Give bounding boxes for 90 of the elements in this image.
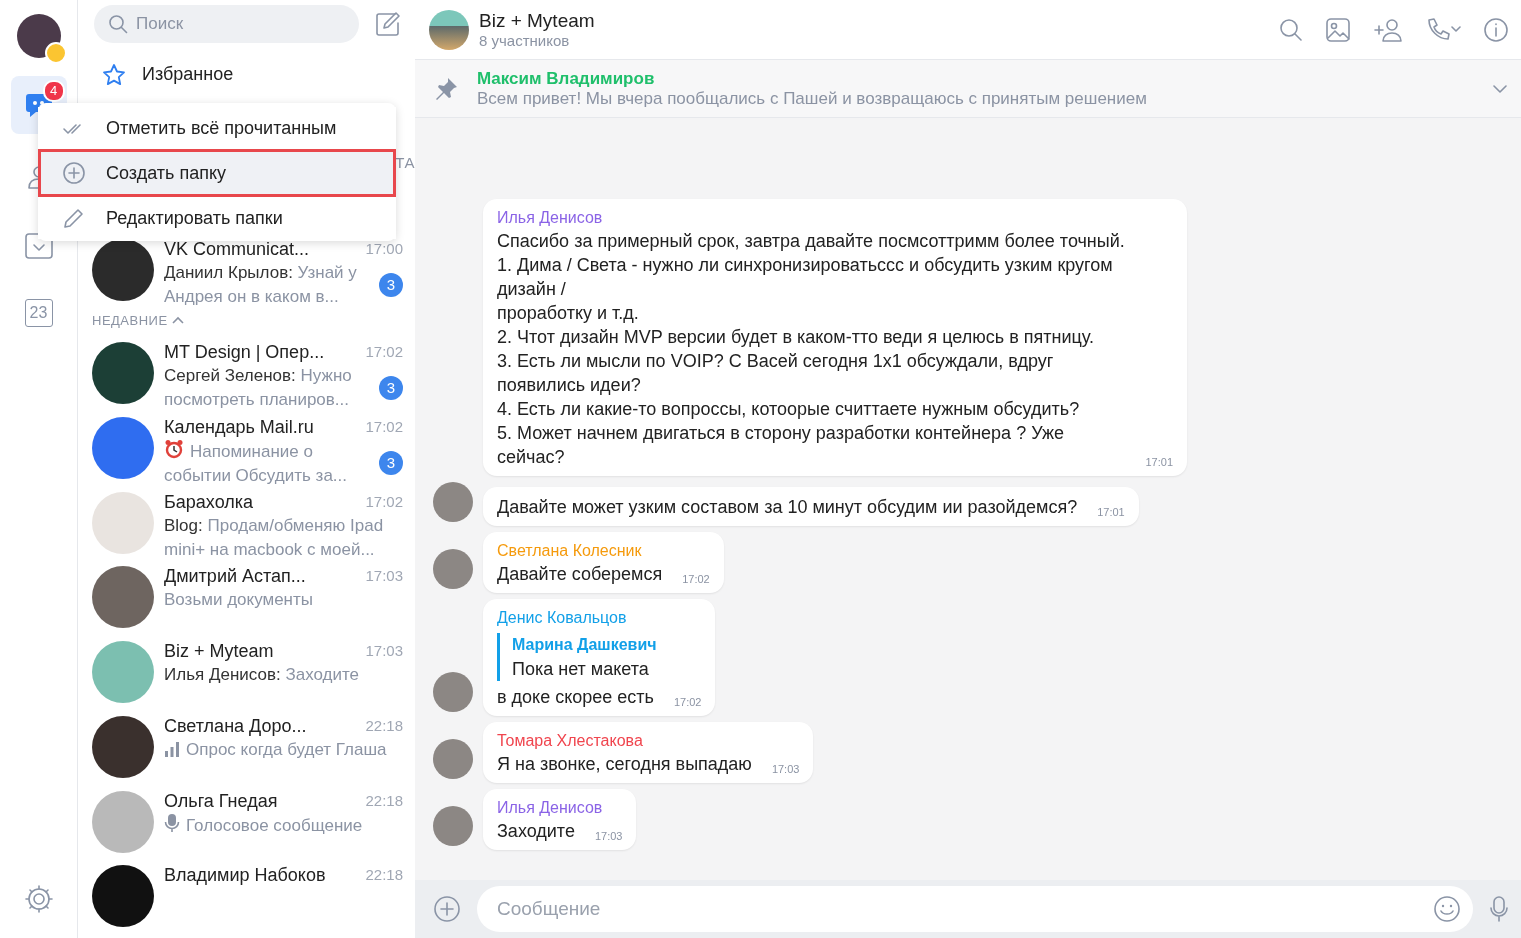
task-checkbox-icon[interactable] xyxy=(23,230,54,260)
poll-bars-icon xyxy=(164,740,180,757)
chat-preview: Илья Денисов: Заходите xyxy=(164,664,360,687)
chat-preview: Сергей Зеленов: Нужно посмотреть планиров... xyxy=(164,365,353,412)
unread-count-badge: 3 xyxy=(379,273,403,298)
chat-list-item[interactable]: Дмитрий Астап... 17:03 Возьми документы xyxy=(78,564,415,640)
message-text: Заходите xyxy=(497,820,575,843)
chat-time: 17:03 xyxy=(365,641,403,662)
star-icon xyxy=(102,62,126,87)
search-icon[interactable] xyxy=(1279,17,1303,42)
chat-list-item[interactable]: Календарь Mail.ru 17:02 Напоминание о событии Обсудить за... 3 xyxy=(78,414,415,490)
chat-name: Календарь Mail.ru xyxy=(164,415,315,439)
message-time: 17:01 xyxy=(1097,505,1125,519)
unread-count: 4 xyxy=(42,80,65,102)
chat-time: 17:02 xyxy=(365,491,403,512)
image-icon[interactable] xyxy=(1325,16,1351,43)
emoji-status-icon xyxy=(44,42,67,64)
pinned-author: Максим Владимиров xyxy=(477,68,656,89)
chevron-down-icon[interactable] xyxy=(1493,84,1507,93)
smiley-icon[interactable] xyxy=(1433,895,1461,923)
add-person-icon[interactable] xyxy=(1373,16,1403,43)
message-author: Денис Ковальцов xyxy=(497,608,628,628)
chat-title: Biz + Myteam xyxy=(479,10,596,32)
alarm-clock-icon xyxy=(164,438,184,459)
member-count: 8 участников xyxy=(479,32,571,49)
chat-name: Барахолка xyxy=(164,490,255,514)
message-text: Спасибо за примерный срок, завтра давайте посмсоттримм более точный. 1. Дима / Света - нужно ли синхронизироватьссс и обсудить узким кругом дизайн / проработку и т.д. 2. Чтот дизайн MVP версии будет в каком-тто веди я целюсь в пятницу. 3. Есть ли мысли по VOIP? С Васей сегодня 1х1 обсуждали, вдруг появились идеи? 4. Есть ли какие-то вопроссы, котоорые считтаете нужным обсудить? 5. Может начнем двигаться в сторону разработки контейнера ? Уже сейчас? xyxy=(497,230,1126,469)
menu-item[interactable]: Редактировать папки xyxy=(38,197,396,239)
menu-item[interactable]: Создать папку xyxy=(38,149,396,197)
message-author: Илья Денисов xyxy=(497,798,604,818)
chat-preview: Возьми документы xyxy=(164,589,314,612)
info-icon[interactable] xyxy=(1483,16,1509,43)
phone-dropdown-icon[interactable] xyxy=(1425,16,1461,43)
chat-name: Владимир Набоков xyxy=(164,864,327,888)
chat-list-item[interactable]: Владимир Набоков 22:18 xyxy=(78,863,415,938)
microphone-icon xyxy=(164,812,180,833)
chat-time: 17:03 xyxy=(365,566,403,587)
chat-preview: Опрос когда будет Глаша xyxy=(164,737,403,762)
message-time: 17:03 xyxy=(594,829,623,843)
plus-circle-icon[interactable] xyxy=(433,895,461,923)
chat-preview: Напоминание о событии Обсудить за... xyxy=(164,438,360,487)
chat-name: Ольга Гнедая xyxy=(164,789,279,813)
unread-count-badge: 3 xyxy=(379,376,403,401)
message-text: в доке скорее есть xyxy=(497,686,654,709)
group-avatar-placeholder xyxy=(429,9,469,50)
message-time: 17:03 xyxy=(771,762,800,776)
message-time: 17:01 xyxy=(1145,455,1173,469)
message-text: Я на звонке, сегодня выпадаю xyxy=(497,753,752,776)
chat-time: 17:02 xyxy=(365,342,403,363)
message-author: Илья Денисов xyxy=(497,208,604,228)
chat-list-item[interactable]: Ольга Гнедая 22:18 Голосовое сообщение xyxy=(78,788,415,864)
plus-circle-icon xyxy=(62,161,86,185)
message-author: Светлана Колесник xyxy=(497,541,643,561)
message-text: Давайте может узким составом за 10 минут обсудим ии разойдемся? xyxy=(497,496,1078,519)
section-header: ТА xyxy=(395,154,415,172)
chat-time: 22:18 xyxy=(365,790,403,811)
menu-item[interactable]: Отметить всё прочитанным xyxy=(38,107,396,149)
chat-name: MT Design | Опер... xyxy=(164,341,326,365)
chat-preview: Голосовое сообщение xyxy=(164,812,403,838)
pinned-text: Всем привет! Мы вчера пообщались с Пашей и возвращаюсь с принятым решением xyxy=(477,88,1148,109)
pencil-icon xyxy=(62,206,86,230)
search-icon xyxy=(108,14,128,34)
message-author: Томара Хлестакова xyxy=(497,731,644,751)
chat-list-item[interactable]: Светлана Доро... 22:18 Опрос когда будет Глаша xyxy=(78,713,415,789)
chat-name: Дмитрий Астап... xyxy=(164,565,307,589)
quote-text: Пока нет макета xyxy=(512,658,650,681)
chat-time: 22:18 xyxy=(365,865,403,886)
chat-time: 17:00 xyxy=(365,239,403,260)
chevron-up-icon xyxy=(171,316,184,324)
chat-list-item[interactable]: Барахолка 17:02 Blog: Продам/обменяю Ipad mini+ на macbook с моей... xyxy=(78,489,415,565)
search-field[interactable]: Поиск xyxy=(94,5,359,43)
favorites-item[interactable]: Избранное xyxy=(78,51,415,99)
unread-count-badge: 3 xyxy=(379,450,403,475)
chat-name: Светлана Доро... xyxy=(164,714,308,738)
chat-name: VK Communicat... xyxy=(164,238,311,262)
message-text: Давайте соберемся xyxy=(497,563,663,586)
chat-name: Biz + Myteam xyxy=(164,640,275,664)
chat-preview: Blog: Продам/обменяю Ipad mini+ на macbook с моей... xyxy=(164,514,385,561)
compose-icon[interactable] xyxy=(375,11,401,37)
message-input[interactable]: Сообщение xyxy=(477,886,1473,932)
message-time: 17:02 xyxy=(682,572,710,586)
settings-icon[interactable] xyxy=(23,884,54,914)
chat-time: 22:18 xyxy=(365,715,403,736)
message-time: 17:02 xyxy=(673,695,702,709)
chat-list-item[interactable]: Biz + Myteam 17:03 Илья Денисов: Заходите xyxy=(78,639,415,714)
chat-list-item[interactable]: MT Design | Опер... 17:02 Сергей Зеленов: Нужно посмотреть планиров... 3 xyxy=(78,340,415,415)
chat-time: 17:02 xyxy=(365,416,403,437)
microphone-icon[interactable] xyxy=(1489,895,1509,923)
chat-preview: Даниил Крылов: Узнай у Андрея он в каком в... xyxy=(164,262,358,309)
quote-author: Марина Дашкевич xyxy=(512,635,658,655)
